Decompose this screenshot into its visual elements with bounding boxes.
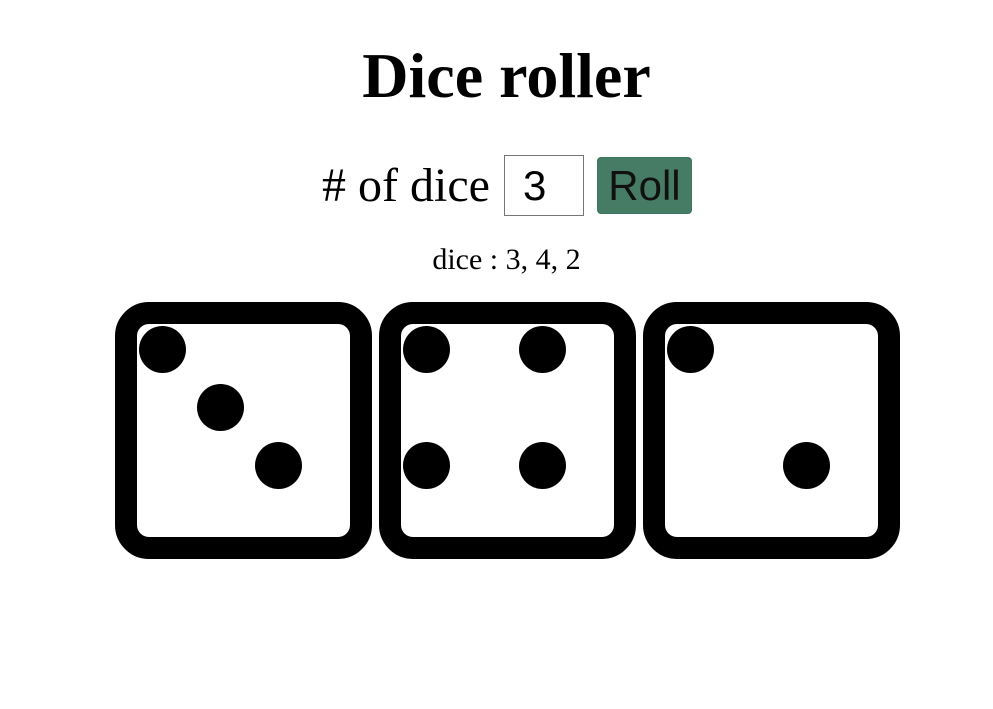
die-pip <box>519 442 566 489</box>
dice-row <box>115 302 900 559</box>
die-pip <box>519 326 566 373</box>
die-pip <box>139 326 186 373</box>
dice-count-input[interactable] <box>503 155 584 216</box>
roll-button[interactable]: Roll <box>596 157 692 214</box>
page-title: Dice roller <box>362 40 651 111</box>
die-face-4-icon <box>379 302 636 559</box>
dice-count-label: # of dice <box>322 159 490 212</box>
dice-controls: # of dice Roll <box>322 155 692 216</box>
die-pip <box>783 442 830 489</box>
die-pip <box>667 326 714 373</box>
dice-results-text: dice : 3, 4, 2 <box>432 243 581 276</box>
die-pip <box>255 442 302 489</box>
die-pip <box>403 326 450 373</box>
die-pip <box>403 442 450 489</box>
die-pip <box>197 384 244 431</box>
die-face-2-icon <box>643 302 900 559</box>
die-face-3-icon <box>115 302 372 559</box>
